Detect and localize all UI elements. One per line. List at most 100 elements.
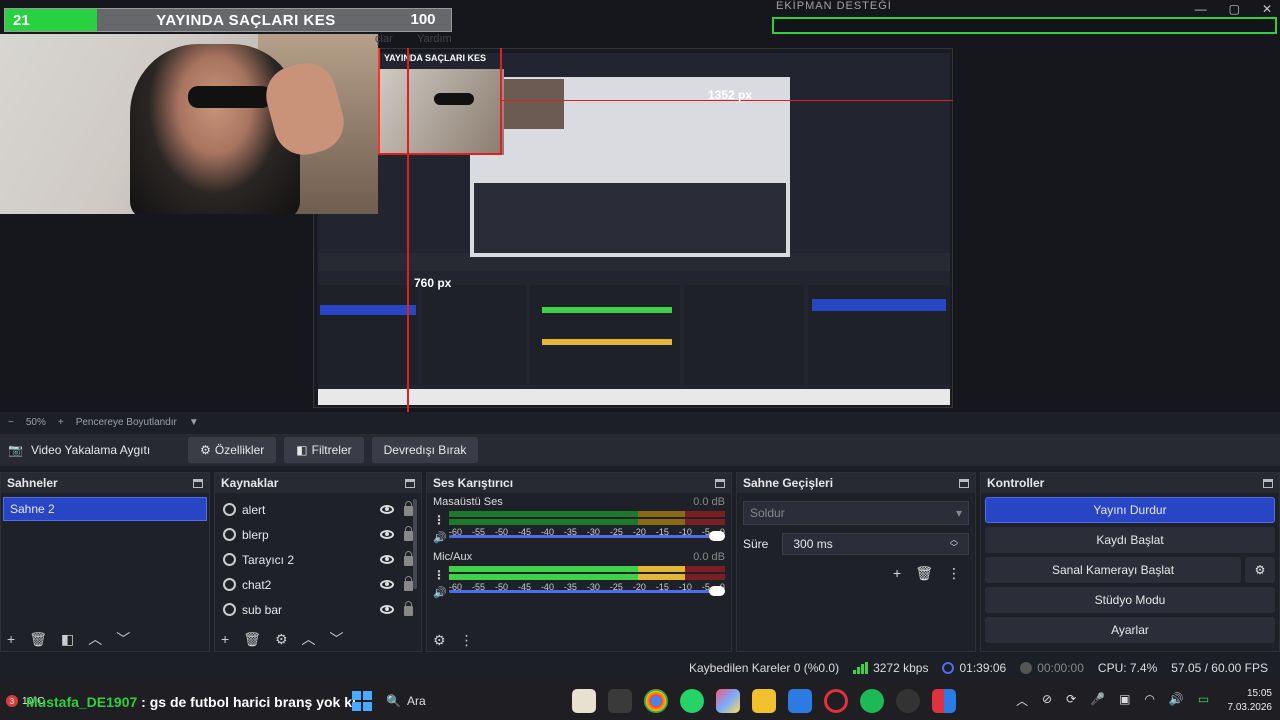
maximize-button[interactable]: ▢ (1229, 2, 1240, 16)
add-icon[interactable]: + (893, 565, 901, 582)
chrome-icon[interactable] (644, 689, 668, 713)
volume-slider[interactable] (449, 585, 725, 596)
source-item[interactable]: alert (215, 497, 421, 522)
microphone-icon[interactable]: 🎤 (1090, 692, 1105, 709)
studio-mode-button[interactable]: Stüdyo Modu (985, 587, 1275, 613)
zoom-out-button[interactable]: − (8, 417, 14, 428)
undock-icon[interactable] (959, 478, 969, 488)
volume-meter: -60-55-50-45-40-35-30-25-20-15-10-50 (449, 511, 725, 537)
opera-icon[interactable] (824, 689, 848, 713)
kebab-menu-icon[interactable]: ⋮ (947, 565, 961, 582)
lock-icon[interactable] (404, 551, 413, 566)
transitions-dock: Sahne Geçişleri Soldur ▾ Süre 300 ms ︿ ﹀ … (736, 472, 976, 652)
eye-icon[interactable] (380, 605, 394, 614)
notification-badge: 3 (6, 695, 18, 707)
spinner-icon[interactable]: ︿ ﹀ (950, 536, 958, 552)
slider-handle[interactable] (709, 530, 725, 541)
eye-icon[interactable] (380, 505, 394, 514)
stop-stream-button[interactable]: Yayını Durdur (985, 497, 1275, 523)
dropped-frames: Kaybedilen Kareler 0 (%0.0) (688, 661, 840, 675)
speaker-icon[interactable]: 🔊 (433, 586, 447, 599)
eye-icon[interactable] (380, 555, 394, 564)
source-item[interactable]: chat2 (215, 572, 421, 597)
source-item[interactable]: sub bar (215, 597, 421, 622)
add-icon[interactable]: + (7, 631, 15, 647)
source-item[interactable]: Tarayıcı 2 (215, 547, 421, 572)
chevron-up-icon[interactable]: ︿ (302, 629, 316, 649)
zoom-in-button[interactable]: + (58, 417, 64, 428)
chevron-down-icon[interactable]: ▼ (189, 417, 199, 428)
sync-icon[interactable]: ⟳ (1066, 692, 1076, 709)
fit-to-window-button[interactable]: Pencereye Boyutlandır (76, 417, 177, 428)
nested-dock (422, 285, 526, 385)
nested-obs-window-docks (474, 183, 786, 253)
start-recording-button[interactable]: Kaydı Başlat (985, 527, 1275, 553)
eye-icon[interactable] (380, 530, 394, 539)
trash-icon[interactable]: 🗑 (243, 631, 261, 648)
whatsapp-icon[interactable] (680, 689, 704, 713)
scenes-dock: Sahneler Sahne 2 + 🗑 ◧ ︿ ﹀ (0, 472, 210, 652)
sources-scrollbar[interactable] (413, 499, 417, 589)
windows-start-icon[interactable] (352, 691, 372, 711)
task-view-icon[interactable] (608, 689, 632, 713)
properties-button[interactable]: ⚙ Özellikler (188, 437, 277, 463)
obs-icon[interactable] (896, 689, 920, 713)
chevron-down-icon[interactable]: ﹀ (116, 629, 130, 649)
eye-icon[interactable] (380, 580, 394, 589)
chevron-up-icon[interactable]: ︿ (1016, 692, 1028, 709)
copilot-icon[interactable] (716, 689, 740, 713)
undock-icon[interactable] (193, 478, 203, 488)
zoom-value: 50% (25, 416, 46, 428)
filters-button[interactable]: ◧ Filtreler (284, 437, 364, 463)
trash-icon[interactable]: 🗑 (29, 631, 47, 648)
lock-icon[interactable] (404, 501, 413, 516)
chevron-down-icon[interactable]: ﹀ (330, 629, 344, 649)
file-explorer-icon[interactable] (752, 689, 776, 713)
wifi-icon[interactable]: ◠ (1144, 692, 1154, 709)
kebab-menu-icon[interactable]: ⋮ (433, 568, 445, 582)
duration-input[interactable]: 300 ms ︿ ﹀ (782, 533, 969, 555)
source-item[interactable]: blerp (215, 522, 421, 547)
scene-item[interactable]: Sahne 2 (3, 497, 207, 521)
add-icon[interactable]: + (221, 631, 229, 647)
undock-icon[interactable] (1263, 478, 1273, 488)
minimize-button[interactable]: — (1195, 2, 1207, 16)
lock-icon[interactable] (404, 601, 413, 616)
selection-edge (378, 153, 502, 155)
close-button[interactable]: ✕ (1262, 2, 1272, 16)
slider-handle[interactable] (709, 585, 725, 596)
deactivate-button[interactable]: Devredışı Bırak (371, 437, 479, 463)
widget-app-icon[interactable] (572, 689, 596, 713)
overlay-banner: 21 YAYINDA SAÇLARI KES 100 çlar Yardım (4, 8, 452, 45)
volume-slider[interactable] (449, 530, 725, 541)
taskbar-search[interactable]: 🔍 Ara (386, 689, 546, 713)
filter-icon[interactable]: ◧ (61, 631, 74, 648)
kebab-menu-icon[interactable]: ⋮ (433, 513, 445, 527)
nested-preview: YAYINDA SAÇLARI KES (313, 48, 953, 408)
gear-icon[interactable]: ⚙ (1245, 557, 1275, 583)
battery-icon[interactable]: ▭ (1198, 692, 1209, 709)
transition-select[interactable]: Soldur ▾ (743, 501, 969, 525)
chevron-up-icon[interactable]: ︿ (88, 629, 102, 649)
kebab-menu-icon[interactable]: ⋮ (460, 632, 474, 649)
preview-canvas[interactable]: — ▢ ✕ EKİPMAN DESTEĞİ YAYINDA SAÇLARI KE… (0, 0, 1280, 412)
display-icon[interactable]: ▣ (1119, 692, 1130, 709)
speaker-icon[interactable]: 🔊 (433, 531, 447, 544)
lock-icon[interactable] (404, 526, 413, 541)
live-timer: 01:39:06 (942, 661, 1006, 675)
undock-icon[interactable] (405, 478, 415, 488)
network-off-icon[interactable]: ⊘ (1042, 692, 1052, 709)
gear-icon[interactable]: ⚙ (433, 632, 446, 649)
game-app-icon[interactable] (932, 689, 956, 713)
settings-button[interactable]: Ayarlar (985, 617, 1275, 643)
store-icon[interactable] (788, 689, 812, 713)
volume-icon[interactable]: 🔊 (1169, 692, 1184, 709)
start-virtual-camera-button[interactable]: Sanal Kamerayı Başlat (985, 557, 1241, 583)
trash-icon[interactable]: 🗑 (915, 565, 933, 582)
undock-icon[interactable] (715, 478, 725, 488)
webcam-source[interactable] (0, 34, 378, 214)
lock-icon[interactable] (404, 576, 413, 591)
taskbar-clock[interactable]: 15:05 7.03.2026 (1228, 687, 1273, 715)
gear-icon[interactable]: ⚙ (275, 631, 288, 648)
spotify-icon[interactable] (860, 689, 884, 713)
